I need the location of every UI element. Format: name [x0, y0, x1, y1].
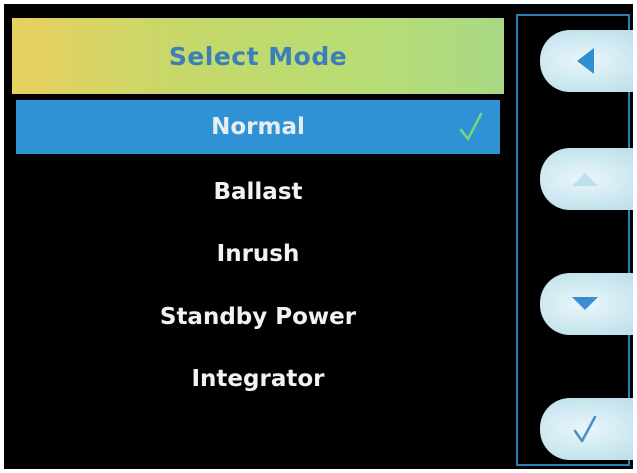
back-arrow-icon	[577, 48, 594, 74]
device-screen: Select Mode Normal Ballast Inrush Standb…	[4, 4, 633, 469]
side-button-panel	[516, 14, 633, 466]
up-arrow-icon	[572, 173, 598, 186]
mode-item-integrator[interactable]: Integrator	[16, 352, 500, 406]
scroll-down-button[interactable]	[540, 273, 633, 335]
back-button[interactable]	[540, 30, 633, 92]
checkmark-icon	[573, 415, 597, 443]
mode-label: Ballast	[213, 179, 303, 205]
down-arrow-icon	[572, 297, 598, 310]
mode-label: Standby Power	[159, 304, 357, 330]
mode-item-normal[interactable]: Normal	[16, 100, 500, 154]
mode-item-inrush[interactable]: Inrush	[16, 227, 500, 281]
mode-list: Normal Ballast Inrush Standby Power Inte…	[4, 4, 514, 469]
mode-item-standby-power[interactable]: Standby Power	[16, 290, 500, 344]
scroll-up-button[interactable]	[540, 148, 633, 210]
confirm-button[interactable]	[540, 398, 633, 460]
check-icon	[459, 112, 483, 141]
mode-item-ballast[interactable]: Ballast	[16, 165, 500, 219]
mode-label: Normal	[211, 114, 305, 140]
mode-label: Integrator	[191, 366, 325, 392]
mode-label: Inrush	[216, 241, 300, 267]
